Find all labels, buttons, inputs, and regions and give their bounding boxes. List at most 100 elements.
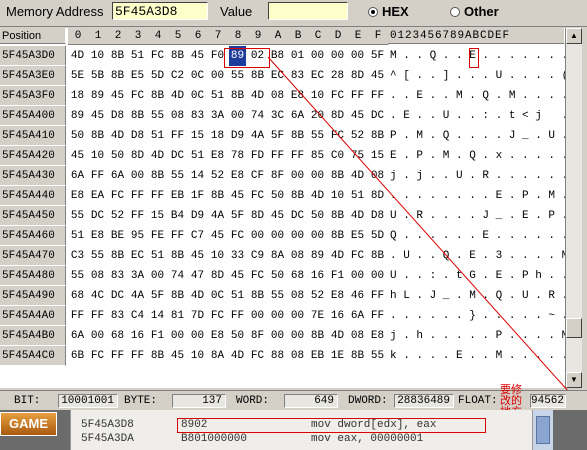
hex-byte-cell[interactable]: 18 — [69, 86, 86, 106]
hex-byte-cell[interactable]: 0C — [189, 66, 206, 86]
hex-byte-cell[interactable]: 83 — [289, 66, 306, 86]
hex-byte-cell[interactable]: 16 — [329, 306, 346, 326]
hex-byte-cell[interactable]: 8B — [329, 226, 346, 246]
hex-byte-cell[interactable]: 50 — [309, 206, 326, 226]
hex-byte-cell[interactable]: 45 — [109, 86, 126, 106]
hex-byte-cell[interactable]: FF — [129, 206, 146, 226]
hex-byte-cell[interactable]: B4 — [169, 206, 186, 226]
hex-byte-cell[interactable]: 4D — [349, 206, 366, 226]
hex-byte-cell[interactable]: 51 — [69, 226, 86, 246]
hex-byte-cell[interactable]: 8B — [349, 346, 366, 366]
hex-byte-cell[interactable]: FC — [129, 86, 146, 106]
hex-byte-cell[interactable]: D8 — [369, 206, 386, 226]
hex-byte-cell[interactable]: E8 — [289, 86, 306, 106]
ascii-cell[interactable]: U . . : . t G . E . P h . . . . — [390, 266, 565, 286]
hex-byte-cell[interactable]: 3A — [129, 266, 146, 286]
hex-byte-cell[interactable]: FF — [369, 286, 386, 306]
hex-byte-cell[interactable]: F1 — [329, 266, 346, 286]
hex-byte-cell[interactable]: 45 — [69, 146, 86, 166]
hex-byte-cell[interactable]: 8B — [169, 286, 186, 306]
hex-byte-cell[interactable]: 3C — [269, 106, 286, 126]
hex-byte-cell[interactable]: 8B — [369, 246, 386, 266]
hex-byte-cell[interactable]: 74 — [169, 266, 186, 286]
hex-byte-cell[interactable]: 08 — [169, 106, 186, 126]
hex-byte-cell[interactable]: 28 — [329, 66, 346, 86]
hex-byte-cell[interactable]: 00 — [309, 166, 326, 186]
hex-byte-cell[interactable]: 78 — [229, 146, 246, 166]
hex-byte-cell[interactable]: 8B — [369, 126, 386, 146]
hex-byte-cell[interactable]: 5F — [369, 46, 386, 66]
hex-byte-cell[interactable]: C4 — [129, 306, 146, 326]
hex-byte-cell[interactable]: E8 — [369, 326, 386, 346]
hex-byte-cell[interactable]: 55 — [229, 66, 246, 86]
ascii-cell[interactable]: j . h . . . . . P . . . . M . . — [390, 326, 565, 346]
hex-byte-cell[interactable]: 95 — [129, 226, 146, 246]
hex-byte-cell[interactable]: 00 — [209, 66, 226, 86]
hex-byte-cell[interactable]: 00 — [369, 266, 386, 286]
hex-byte-cell[interactable]: 08 — [289, 286, 306, 306]
hex-byte-cell[interactable]: 08 — [369, 166, 386, 186]
hex-byte-cell[interactable]: FF — [229, 306, 246, 326]
hex-byte-cell[interactable]: 68 — [69, 286, 86, 306]
ascii-cell[interactable]: U . R . . . . J _ . E . P . M . — [390, 206, 565, 226]
hex-byte-cell[interactable]: B8 — [269, 46, 286, 66]
hex-byte-cell[interactable]: 00 — [309, 226, 326, 246]
hex-byte-cell[interactable]: 00 — [349, 266, 366, 286]
hex-byte-cell[interactable]: 8B — [169, 46, 186, 66]
ascii-cell[interactable]: ^ [ . . ] . . . U . . . . ( . E — [390, 66, 565, 86]
hex-byte-cell[interactable]: 83 — [109, 306, 126, 326]
hex-byte-cell[interactable]: 8A — [269, 246, 286, 266]
hex-byte-cell[interactable]: 45 — [189, 246, 206, 266]
hex-byte-cell[interactable]: 00 — [329, 46, 346, 66]
hex-byte-cell[interactable]: 4D — [309, 186, 326, 206]
hex-byte-cell[interactable]: 55 — [169, 166, 186, 186]
hex-byte-cell[interactable]: 10 — [89, 146, 106, 166]
hex-byte-cell[interactable]: 68 — [109, 326, 126, 346]
hex-byte-cell[interactable]: 4A — [209, 206, 226, 226]
hex-byte-cell[interactable]: 45 — [89, 106, 106, 126]
hex-byte-cell[interactable]: 8B — [129, 106, 146, 126]
hex-byte-cell[interactable]: EB — [309, 346, 326, 366]
hex-byte-cell[interactable]: FC — [109, 186, 126, 206]
hex-byte-cell[interactable]: 51 — [349, 186, 366, 206]
hex-byte-cell[interactable]: 00 — [189, 326, 206, 346]
hex-byte-cell[interactable]: 89 — [69, 106, 86, 126]
hex-byte-cell[interactable]: 18 — [209, 126, 226, 146]
hex-byte-cell[interactable]: 3A — [209, 106, 226, 126]
hex-byte-cell[interactable]: C9 — [249, 246, 266, 266]
hex-byte-cell[interactable]: EC — [269, 66, 286, 86]
scroll-thumb[interactable] — [566, 318, 582, 338]
hex-byte-cell[interactable]: 0C — [189, 86, 206, 106]
hex-byte-cell[interactable]: 8A — [209, 346, 226, 366]
hex-byte-cell[interactable]: 5F — [149, 286, 166, 306]
hex-byte-cell[interactable]: E8 — [69, 186, 86, 206]
ascii-cell[interactable]: Q . . . . . . E . . . . . . . ] — [390, 226, 565, 246]
hex-byte-cell[interactable]: 00 — [269, 306, 286, 326]
ascii-cell[interactable]: . U . . Q . E . 3 . . . . M . . — [390, 246, 565, 266]
hex-byte-cell[interactable]: FF — [369, 306, 386, 326]
hex-byte-cell[interactable]: 55 — [269, 286, 286, 306]
hex-byte-cell[interactable]: EB — [169, 186, 186, 206]
hex-byte-cell[interactable]: 8B — [89, 126, 106, 146]
hex-byte-cell[interactable]: 8B — [149, 86, 166, 106]
hex-byte-cell[interactable]: E8 — [229, 166, 246, 186]
hex-byte-cell[interactable]: C0 — [329, 146, 346, 166]
disasm-scrollbar[interactable] — [532, 410, 553, 450]
other-radio[interactable]: Other — [450, 4, 499, 19]
hex-byte-cell[interactable]: 52 — [349, 126, 366, 146]
hex-byte-cell[interactable]: 52 — [209, 166, 226, 186]
hex-byte-cell[interactable]: 83 — [189, 106, 206, 126]
hex-byte-cell[interactable]: 00 — [89, 326, 106, 346]
hex-byte-cell[interactable]: FF — [169, 226, 186, 246]
hex-byte-cell[interactable]: 15 — [149, 206, 166, 226]
hex-byte-cell[interactable]: EC — [309, 66, 326, 86]
hex-byte-cell[interactable]: 5B — [89, 66, 106, 86]
hex-byte-cell[interactable]: 8B — [109, 46, 126, 66]
disassembly-view[interactable]: 5F45A3D8 8902 mov dword[edx], eax 5F45A3… — [70, 410, 533, 450]
hex-byte-cell[interactable]: FF — [149, 186, 166, 206]
hex-byte-cell[interactable]: D9 — [229, 126, 246, 146]
hex-byte-cell[interactable]: 00 — [269, 226, 286, 246]
hex-grid[interactable]: Position 0123456789ABCDEF 0123456789ABCD… — [0, 28, 565, 388]
hex-byte-cell[interactable]: FF — [89, 306, 106, 326]
hex-byte-cell[interactable]: 51 — [189, 146, 206, 166]
